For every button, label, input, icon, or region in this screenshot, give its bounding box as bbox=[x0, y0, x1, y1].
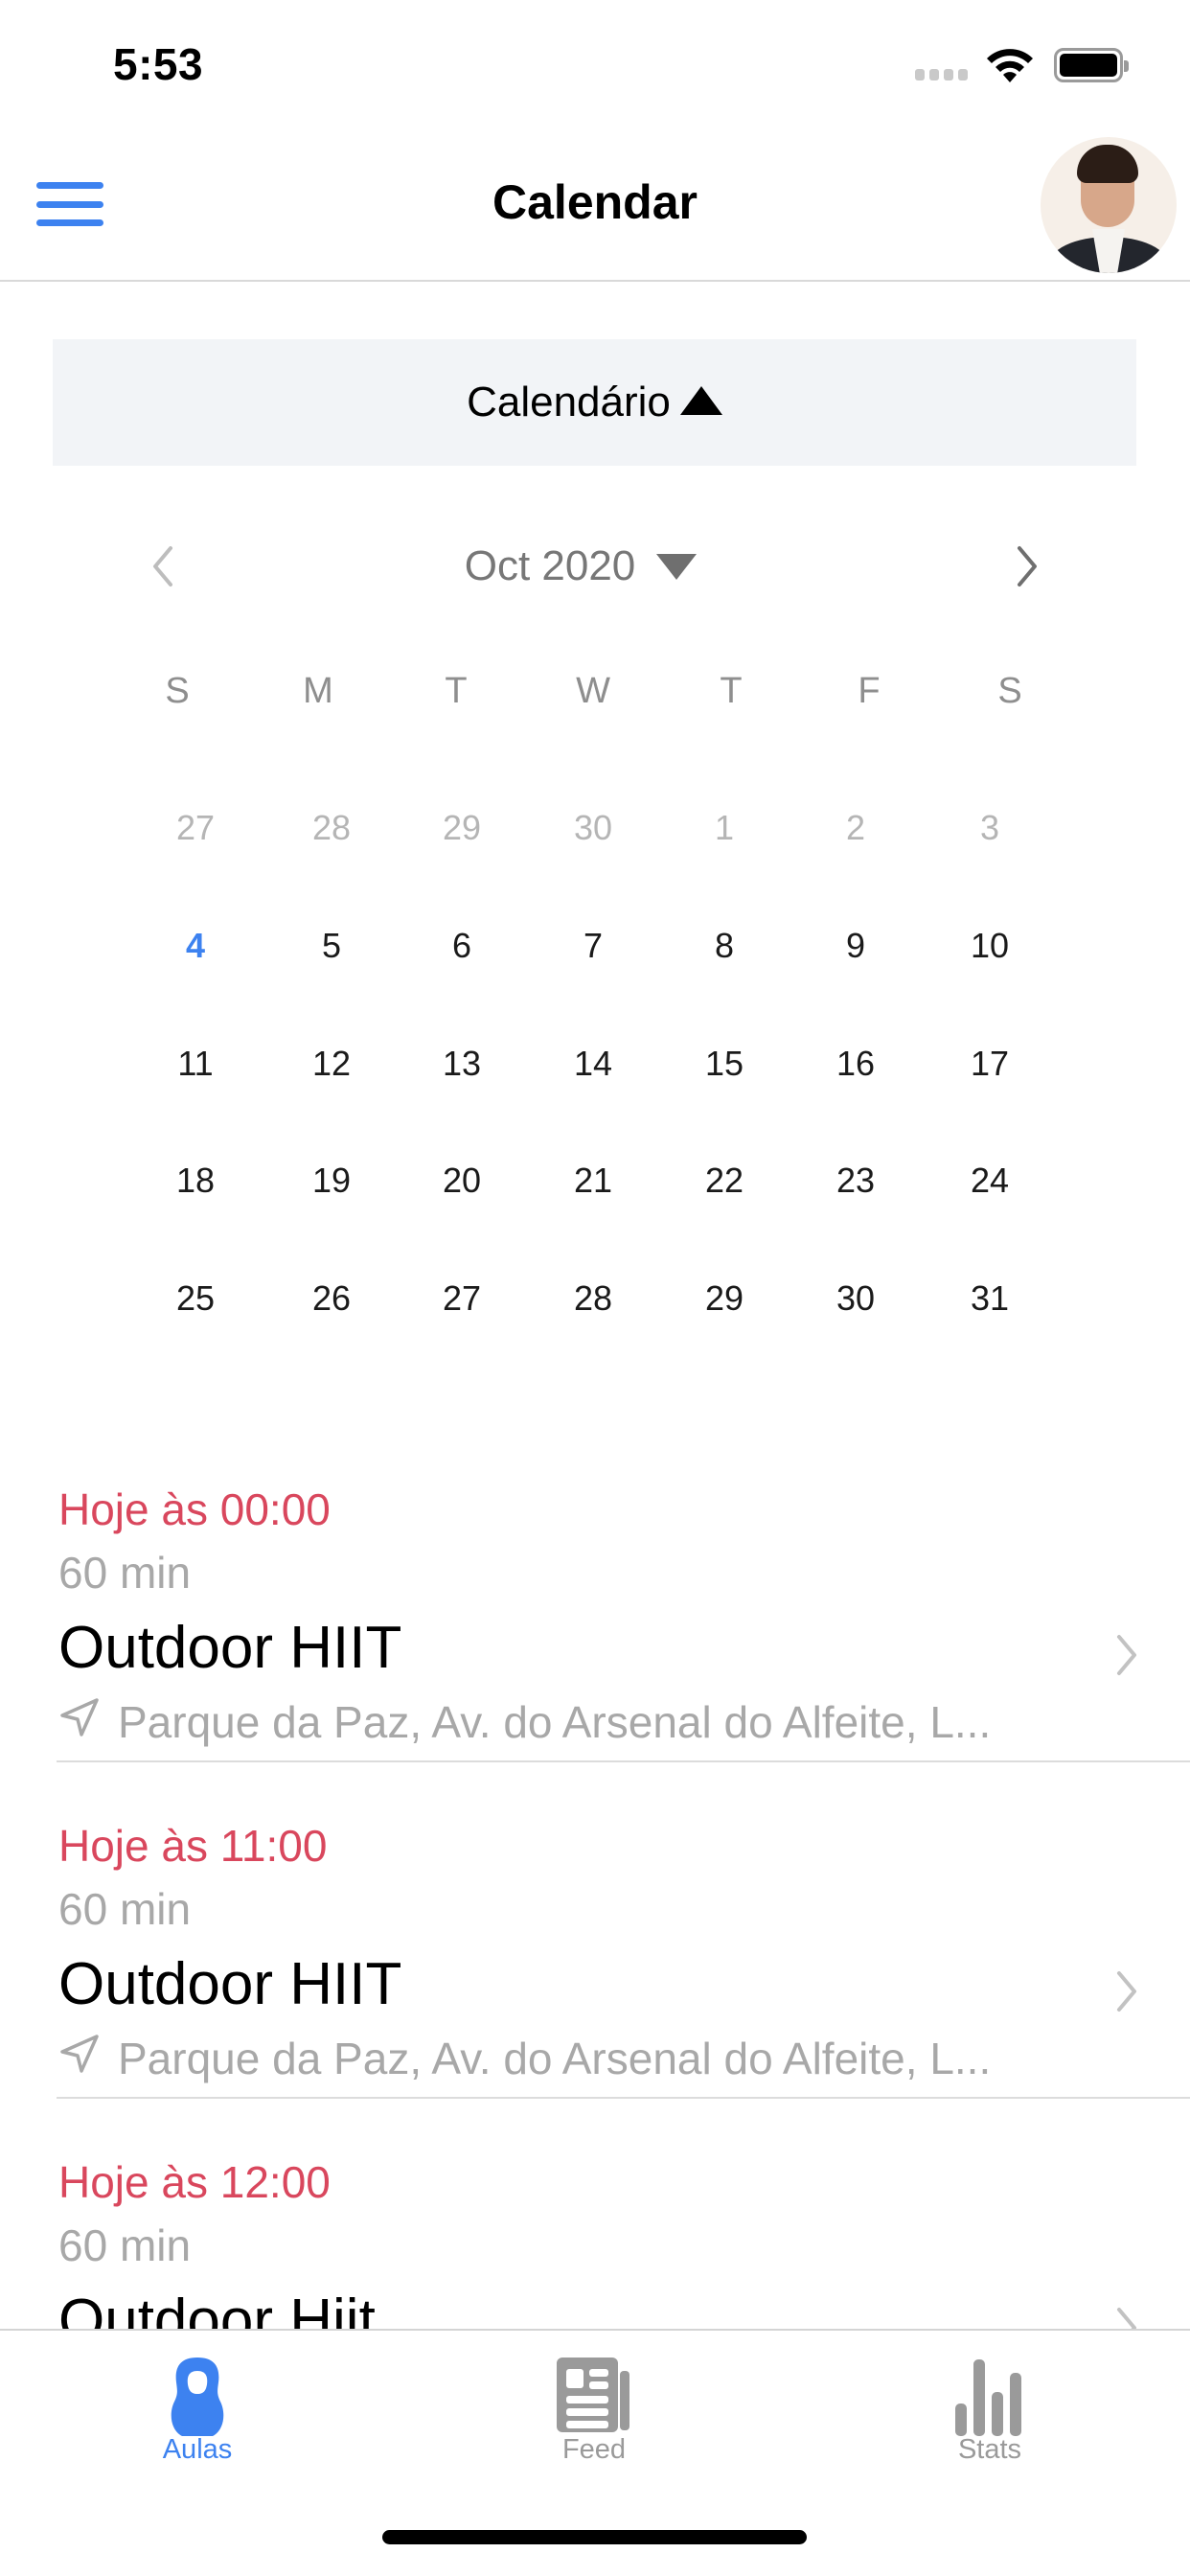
tab-stats[interactable]: Stats bbox=[875, 2333, 1105, 2476]
event-location: Parque da Paz, Av. do Arsenal do Alfeite… bbox=[58, 1696, 991, 1748]
calendar-day[interactable]: 27 bbox=[152, 799, 239, 857]
event-time: Hoje às 00:00 bbox=[58, 1484, 331, 1534]
weekday-label: W bbox=[576, 671, 610, 711]
tab-feed[interactable]: Feed bbox=[479, 2333, 709, 2476]
event-item[interactable]: Hoje às 11:00 60 min Outdoor HIIT Parque da… bbox=[0, 1820, 1190, 2156]
chevron-right-icon bbox=[1117, 1635, 1136, 1675]
calendar-day[interactable]: 28 bbox=[288, 799, 375, 857]
calendar-day[interactable]: 15 bbox=[681, 1035, 767, 1092]
calendar-toggle-button[interactable]: Calendário bbox=[53, 339, 1136, 466]
wifi-icon bbox=[987, 49, 1033, 82]
calendar-day[interactable]: 16 bbox=[812, 1035, 899, 1092]
weekday-label: S bbox=[165, 671, 190, 711]
bar-chart-icon bbox=[955, 2359, 1021, 2436]
calendar-day[interactable]: 30 bbox=[550, 799, 636, 857]
event-location-text: Parque da Paz, Av. do Arsenal do Alfeite… bbox=[118, 2034, 992, 2083]
calendar-day[interactable]: 6 bbox=[419, 917, 505, 975]
calendar-day[interactable]: 14 bbox=[550, 1035, 636, 1092]
tab-label: Aulas bbox=[162, 2434, 233, 2465]
calendar-day[interactable]: 20 bbox=[419, 1152, 505, 1209]
status-time: 5:53 bbox=[113, 39, 204, 89]
calendar-day[interactable]: 28 bbox=[550, 1270, 636, 1327]
calendar-week-row: 18 19 20 21 22 23 24 bbox=[0, 1152, 1190, 1209]
calendar-day[interactable]: 18 bbox=[152, 1152, 239, 1209]
event-location-text: Parque da Paz, Av. do Arsenal do Alfeite… bbox=[118, 1697, 992, 1747]
home-indicator[interactable] bbox=[382, 2530, 807, 2544]
weekday-header: SMTWTFS bbox=[0, 671, 1190, 728]
weekday-label: T bbox=[720, 671, 743, 711]
calendar-day[interactable]: 3 bbox=[947, 799, 1033, 857]
calendar-day[interactable]: 9 bbox=[812, 917, 899, 975]
calendar-day[interactable]: 29 bbox=[419, 799, 505, 857]
calendar-week-row: 4 5 6 7 8 9 10 bbox=[0, 917, 1190, 975]
calendar-week-row: 27 28 29 30 1 2 3 bbox=[0, 799, 1190, 857]
avatar[interactable] bbox=[1041, 137, 1177, 273]
calendar-day[interactable]: 29 bbox=[681, 1270, 767, 1327]
calendar-day[interactable]: 26 bbox=[288, 1270, 375, 1327]
calendar-day[interactable]: 5 bbox=[288, 917, 375, 975]
weekday-label: T bbox=[445, 671, 468, 711]
weekday-label: F bbox=[858, 671, 881, 711]
calendar-day[interactable]: 11 bbox=[152, 1035, 239, 1092]
calendar-week-row: 11 12 13 14 15 16 17 bbox=[0, 1035, 1190, 1092]
event-duration: 60 min bbox=[58, 1548, 192, 1598]
calendar-day-today[interactable]: 4 bbox=[152, 917, 239, 975]
kettlebell-icon bbox=[171, 2358, 224, 2436]
calendar-day[interactable]: 17 bbox=[947, 1035, 1033, 1092]
calendar-week-row: 25 26 27 28 29 30 31 bbox=[0, 1270, 1190, 1327]
event-duration: 60 min bbox=[58, 2220, 192, 2270]
page-title: Calendar bbox=[492, 175, 698, 229]
signal-icon bbox=[915, 69, 968, 80]
calendar-day[interactable]: 31 bbox=[947, 1270, 1033, 1327]
location-arrow-icon bbox=[60, 2035, 99, 2073]
event-location: Parque da Paz, Av. do Arsenal do Alfeite… bbox=[58, 2033, 991, 2084]
chevron-right-icon bbox=[1117, 1971, 1136, 2012]
menu-button[interactable] bbox=[36, 182, 103, 226]
calendar-day[interactable]: 8 bbox=[681, 917, 767, 975]
month-label: Oct 2020 bbox=[464, 542, 636, 589]
tab-bar: Aulas Feed Stats bbox=[0, 2329, 1190, 2576]
calendar-day[interactable]: 27 bbox=[419, 1270, 505, 1327]
calendar-day[interactable]: 2 bbox=[812, 799, 899, 857]
chevron-right-icon[interactable] bbox=[1008, 542, 1046, 590]
calendar-day[interactable]: 10 bbox=[947, 917, 1033, 975]
event-divider bbox=[57, 2097, 1190, 2099]
calendar-day[interactable]: 12 bbox=[288, 1035, 375, 1092]
location-arrow-icon bbox=[60, 1698, 99, 1736]
hamburger-menu-icon bbox=[36, 182, 103, 189]
tab-label: Stats bbox=[957, 2434, 1022, 2465]
calendar-day[interactable]: 23 bbox=[812, 1152, 899, 1209]
weekday-label: S bbox=[997, 671, 1022, 711]
tab-aulas[interactable]: Aulas bbox=[82, 2333, 312, 2476]
calendar-day[interactable]: 19 bbox=[288, 1152, 375, 1209]
calendar-day[interactable]: 7 bbox=[550, 917, 636, 975]
event-item[interactable]: Hoje às 00:00 60 min Outdoor HIIT Parque da… bbox=[0, 1484, 1190, 1820]
header-divider bbox=[0, 280, 1190, 282]
calendar-day[interactable]: 24 bbox=[947, 1152, 1033, 1209]
event-time: Hoje às 11:00 bbox=[58, 1821, 328, 1871]
weekday-label: M bbox=[303, 671, 333, 711]
calendar-day[interactable]: 22 bbox=[681, 1152, 767, 1209]
event-title: Outdoor HIIT bbox=[58, 1615, 402, 1681]
tab-label: Feed bbox=[561, 2434, 627, 2465]
calendar-day[interactable]: 30 bbox=[812, 1270, 899, 1327]
calendar-day[interactable]: 13 bbox=[419, 1035, 505, 1092]
event-title: Outdoor HIIT bbox=[58, 1951, 402, 2017]
calendar-day[interactable]: 1 bbox=[681, 799, 767, 857]
newspaper-icon bbox=[557, 2358, 629, 2432]
battery-icon bbox=[1054, 48, 1129, 82]
calendar-day[interactable]: 21 bbox=[550, 1152, 636, 1209]
calendar-toggle-label: Calendário bbox=[467, 379, 671, 426]
calendar-day[interactable]: 25 bbox=[152, 1270, 239, 1327]
triangle-up-icon bbox=[679, 386, 722, 415]
event-divider bbox=[57, 1760, 1190, 1762]
event-time: Hoje às 12:00 bbox=[58, 2157, 331, 2207]
event-duration: 60 min bbox=[58, 1884, 192, 1934]
triangle-down-icon bbox=[656, 553, 698, 580]
